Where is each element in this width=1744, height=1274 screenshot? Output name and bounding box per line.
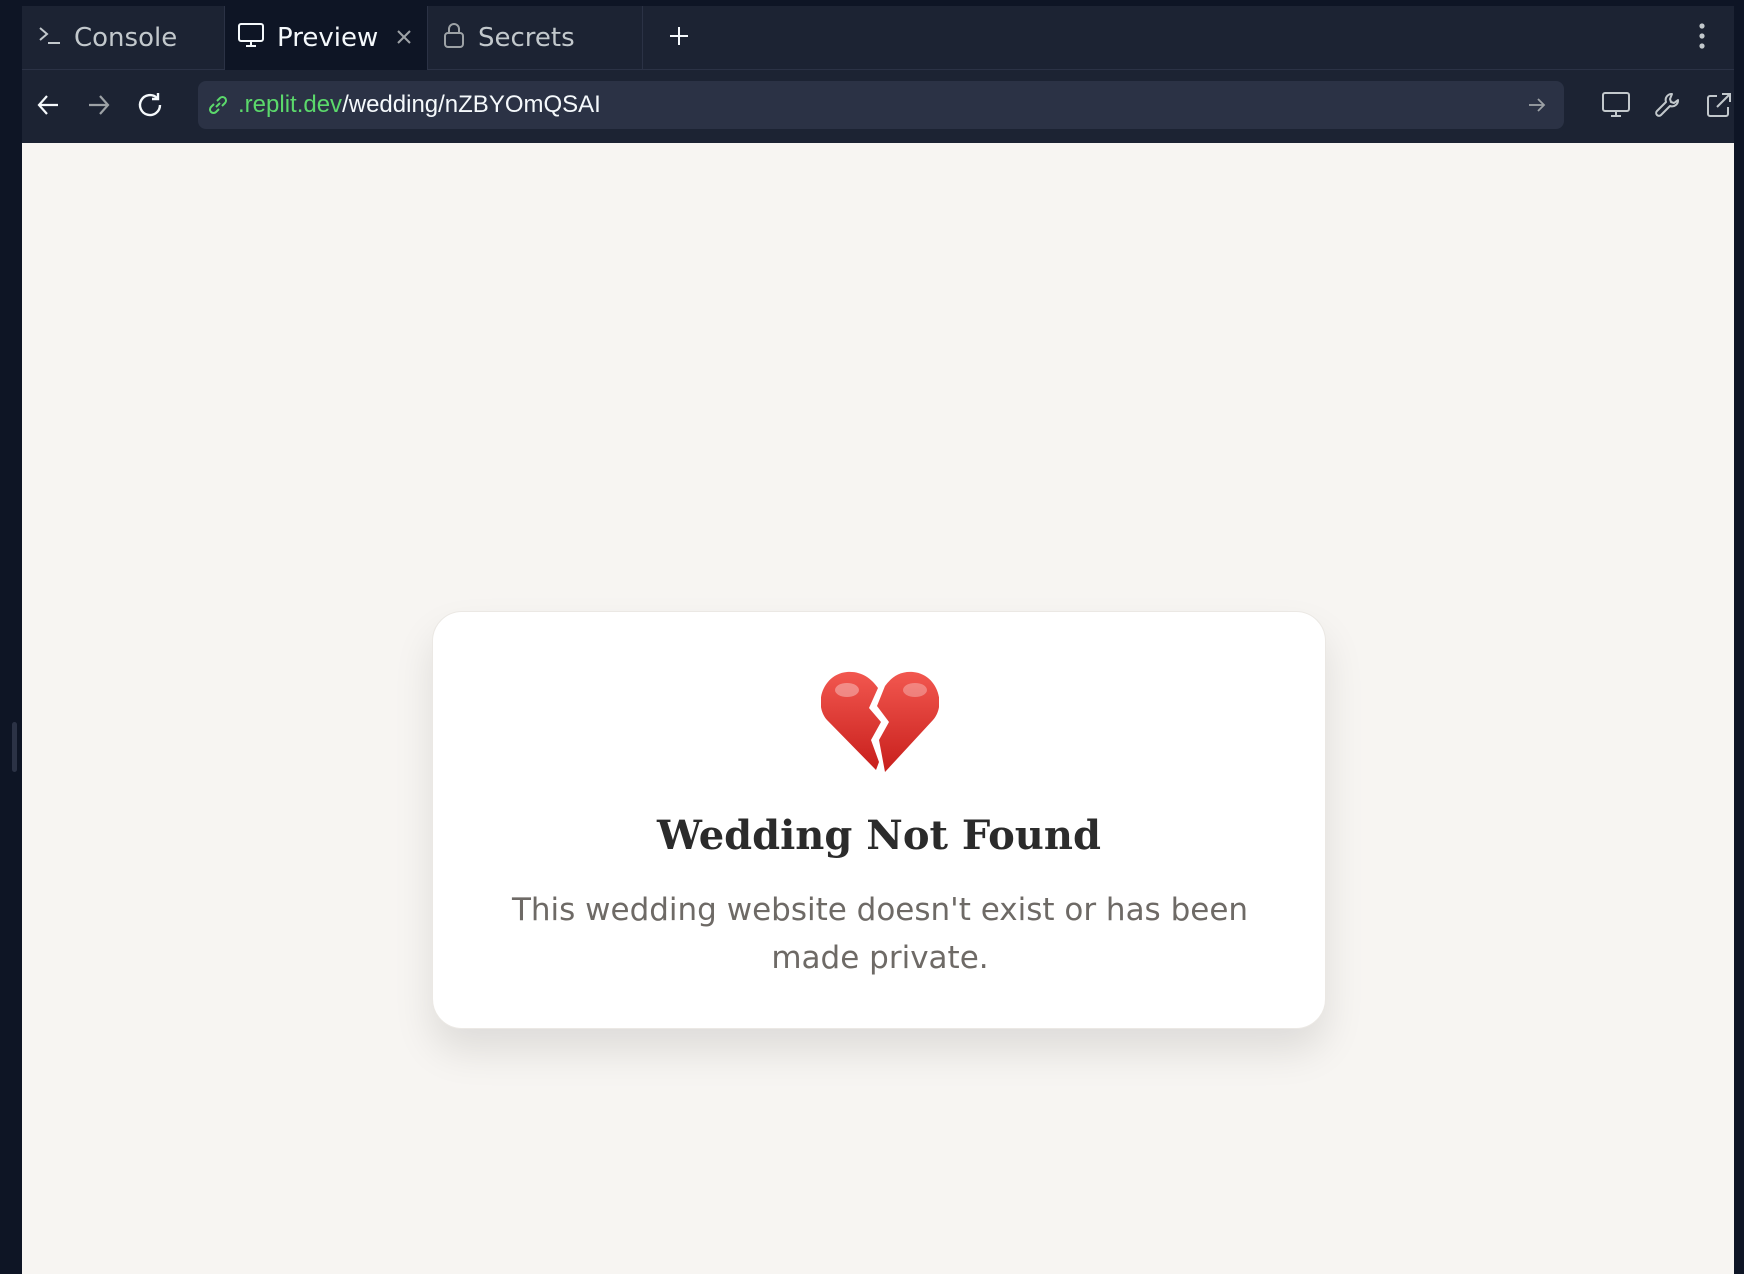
new-tab-button[interactable]	[642, 6, 714, 70]
close-icon[interactable]	[391, 24, 417, 50]
url-domain: .replit.dev	[238, 91, 343, 118]
page-title: Wedding Not Found	[657, 812, 1101, 859]
left-panel-edge	[0, 0, 22, 1274]
device-preview-button[interactable]	[1595, 86, 1637, 128]
external-link-icon	[1704, 90, 1734, 124]
link-icon	[206, 93, 230, 117]
forward-button[interactable]	[78, 86, 120, 128]
url-path: /wedding/nZBYOmQSAI	[342, 91, 601, 118]
monitor-icon	[237, 21, 265, 56]
plus-icon	[667, 24, 691, 52]
kebab-menu-icon	[1698, 22, 1706, 54]
open-in-new-tab-button[interactable]	[1698, 86, 1740, 128]
tab-console-label: Console	[74, 23, 178, 53]
arrow-left-icon	[35, 92, 61, 122]
tab-secrets-label: Secrets	[478, 23, 575, 53]
terminal-icon	[36, 22, 62, 55]
devtools-button[interactable]	[1647, 86, 1689, 128]
refresh-icon	[135, 90, 165, 124]
arrow-right-icon	[1529, 98, 1546, 112]
url-bar[interactable]: .replit.dev/wedding/nZBYOmQSAI	[198, 81, 1564, 129]
tab-preview[interactable]: Preview	[224, 6, 428, 70]
tab-bar: Console Preview Secrets	[22, 6, 1734, 70]
address-toolbar: .replit.dev/wedding/nZBYOmQSAI	[22, 70, 1734, 143]
url-text: .replit.dev/wedding/nZBYOmQSAI	[238, 91, 601, 119]
go-button[interactable]	[1524, 92, 1550, 118]
arrow-right-icon	[86, 92, 112, 122]
wrench-icon	[1653, 90, 1683, 124]
monitor-icon	[1601, 90, 1631, 124]
more-options-button[interactable]	[1686, 22, 1718, 54]
lock-icon	[442, 21, 466, 56]
not-found-card: Wedding Not Found This wedding website d…	[432, 611, 1326, 1029]
error-message: This wedding website doesn't exist or ha…	[511, 892, 1249, 976]
preview-pane: Console Preview Secrets .replit.dev/wedd…	[22, 6, 1734, 1274]
resize-handle[interactable]	[12, 722, 17, 772]
back-button[interactable]	[27, 86, 69, 128]
broken-heart-icon	[821, 671, 939, 772]
tab-preview-label: Preview	[277, 23, 379, 53]
reload-button[interactable]	[129, 86, 171, 128]
preview-viewport: Wedding Not Found This wedding website d…	[22, 143, 1734, 1274]
tab-console[interactable]: Console	[36, 6, 236, 70]
tab-secrets[interactable]: Secrets	[442, 6, 642, 70]
